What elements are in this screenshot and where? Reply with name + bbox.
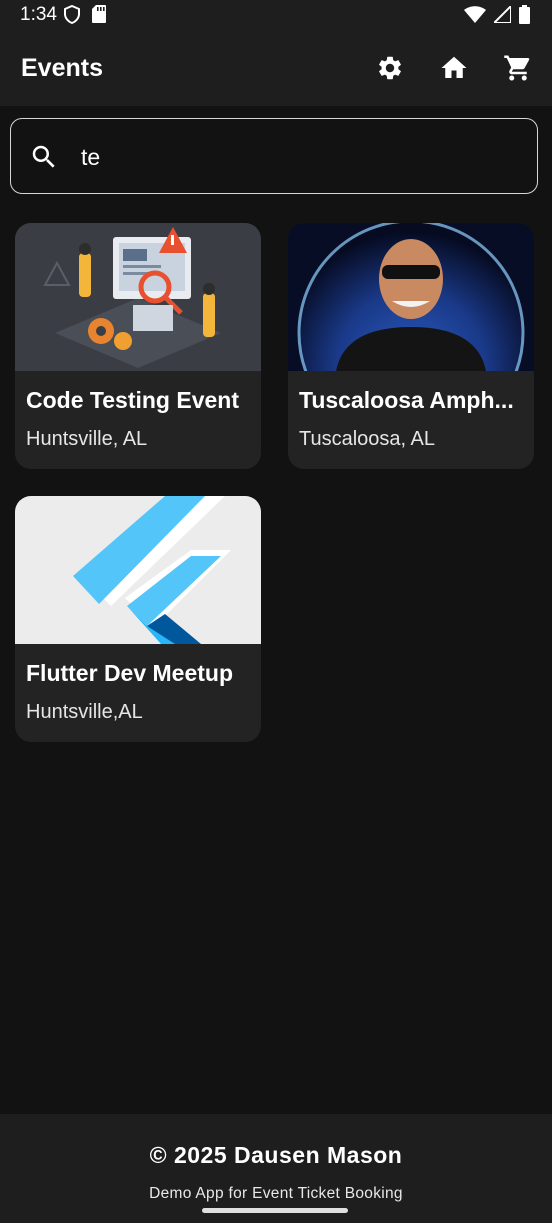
status-bar: 1:34	[0, 0, 552, 30]
search-input[interactable]	[79, 137, 523, 177]
event-card[interactable]: Flutter Dev Meetup Huntsville,AL	[15, 496, 261, 742]
cart-button[interactable]	[502, 52, 534, 84]
footer-subtitle: Demo App for Event Ticket Booking	[149, 1185, 403, 1202]
search-field[interactable]	[10, 118, 538, 194]
flutter-logo-image	[15, 496, 261, 644]
wifi-icon	[464, 6, 486, 23]
sd-card-icon	[92, 5, 106, 23]
event-location: Huntsville,AL	[26, 701, 143, 723]
status-time: 1:34	[20, 4, 57, 25]
event-card[interactable]: Code Testing Event Huntsville, AL	[15, 223, 261, 469]
settings-button[interactable]	[374, 52, 406, 84]
home-icon	[441, 56, 467, 78]
gear-icon	[379, 56, 401, 80]
event-location: Huntsville, AL	[26, 428, 148, 450]
event-location: Tuscaloosa, AL	[299, 428, 436, 450]
cart-icon	[504, 55, 530, 81]
search-icon	[32, 145, 55, 168]
shield-icon	[64, 5, 80, 24]
cell-signal-icon	[494, 6, 511, 23]
event-title: Code Testing Event	[26, 387, 239, 413]
battery-icon	[519, 5, 530, 24]
event-image-code-testing	[15, 223, 261, 371]
app-bar: Events	[0, 30, 552, 106]
event-title: Flutter Dev Meetup	[26, 660, 234, 686]
home-indicator[interactable]	[202, 1208, 348, 1213]
footer: © 2025 Dausen Mason Demo App for Event T…	[0, 1114, 552, 1223]
page-title: Events	[21, 54, 103, 82]
event-image-concert	[288, 223, 534, 371]
footer-copyright: © 2025 Dausen Mason	[149, 1142, 403, 1168]
event-title: Tuscaloosa Amph...	[299, 387, 514, 413]
home-button[interactable]	[438, 52, 470, 84]
event-card[interactable]: Tuscaloosa Amph... Tuscaloosa, AL	[288, 223, 534, 469]
